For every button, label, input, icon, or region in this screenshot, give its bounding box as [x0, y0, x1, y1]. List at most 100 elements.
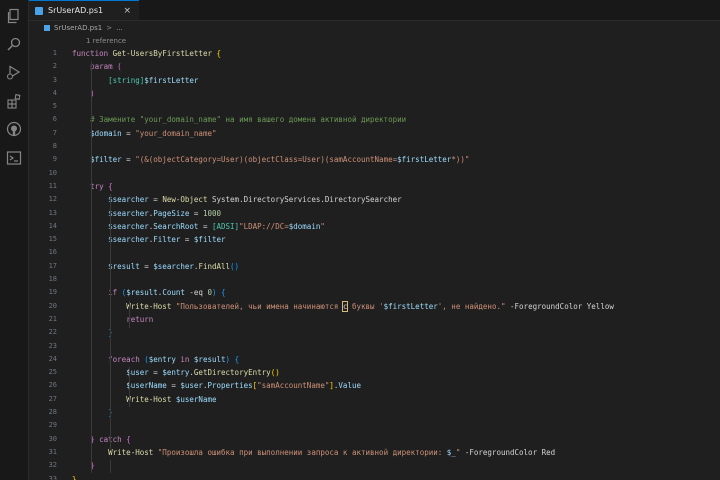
code-token: in	[175, 354, 194, 364]
code-token: =	[139, 261, 154, 271]
code-token: =	[148, 368, 163, 378]
code-token: буквы '	[347, 301, 384, 311]
code-token: $searcher	[108, 208, 149, 218]
code-token: [ADSI]	[211, 221, 240, 231]
code-line: 17 $result = $searcher.FindAll()	[29, 260, 720, 273]
line-number: 19	[48, 288, 57, 297]
line-code: function Get-UsersByFirstLetter {	[72, 47, 221, 60]
line-number: 8	[52, 142, 57, 151]
code-token: GetDirectoryEntry	[193, 368, 271, 378]
indent-guide	[91, 61, 92, 473]
code-line: 24 foreach ($entry in $result) {	[29, 353, 720, 366]
line-number: 33	[48, 474, 57, 480]
code-token: return	[126, 314, 154, 324]
tab-bar: SrUserAD.ps1 ×	[29, 0, 720, 21]
code-token: $userName	[175, 394, 217, 404]
code-line: 7 $domain = "your_domain_name"	[29, 127, 720, 140]
close-icon[interactable]: ×	[123, 6, 131, 16]
extensions-icon[interactable]	[6, 93, 22, 109]
code-token: 1000	[202, 208, 222, 218]
code-line: 1 function Get-UsersByFirstLetter {	[29, 47, 720, 60]
code-token: New-Object	[162, 195, 212, 205]
line-code: }	[72, 326, 113, 339]
code-line: 29	[29, 419, 720, 432]
code-token: "	[320, 221, 325, 231]
line-number: 24	[48, 354, 57, 363]
tab-sruserad[interactable]: SrUserAD.ps1 ×	[29, 0, 139, 20]
code-token: SearchRoot	[153, 221, 199, 231]
line-number: 7	[52, 128, 57, 137]
line-code: param (	[72, 60, 122, 73]
code-token: }	[72, 474, 77, 480]
breadcrumb-file[interactable]: SrUserAD.ps1	[54, 24, 102, 32]
code-token: =	[166, 381, 181, 391]
line-code: $domain = "your_domain_name"	[72, 127, 217, 140]
line-number: 26	[48, 381, 57, 390]
code-token: $searcher	[108, 235, 149, 245]
code-token: {	[108, 181, 113, 191]
code-line: 12 $searcher = New-Object System.Directo…	[29, 193, 720, 206]
code-token: =	[198, 221, 212, 231]
code-token: $result	[126, 288, 158, 298]
code-token: $filter	[90, 155, 122, 165]
code-token: {	[221, 288, 226, 298]
code-line: 3 [string]$firstLetter	[29, 74, 720, 87]
line-code: $filter = "(&(objectCategory=User)(objec…	[72, 153, 469, 166]
breadcrumb-more[interactable]: ...	[116, 24, 123, 32]
line-number: 27	[48, 394, 57, 403]
line-number: 10	[48, 168, 57, 177]
line-code: $result = $searcher.FindAll()	[72, 260, 239, 273]
code-line: 27 Write-Host $userName	[29, 393, 720, 406]
code-token: =	[121, 128, 136, 138]
code-token: param	[90, 62, 118, 72]
terminal-icon[interactable]	[6, 150, 22, 166]
line-number: 9	[52, 155, 57, 164]
code-token: function	[72, 49, 113, 58]
code-token: =	[189, 208, 203, 218]
line-number: 30	[48, 434, 57, 443]
line-number: 31	[48, 447, 57, 456]
search-icon[interactable]	[6, 36, 22, 52]
code-token: "(&(objectCategory=User)(objectClass=Use…	[135, 155, 398, 165]
code-token: "your_domain_name"	[135, 128, 217, 138]
line-code: } catch {	[72, 433, 131, 446]
breadcrumb-separator: >	[106, 24, 113, 32]
code-token: ()	[230, 261, 240, 271]
code-token: "samAccountName"	[257, 381, 330, 391]
line-code: $searcher.PageSize = 1000	[72, 207, 221, 220]
code-line: 30 } catch {	[29, 433, 720, 446]
code-token: ()	[270, 368, 280, 378]
code-line: 22 }	[29, 326, 720, 339]
codelens-references[interactable]: 1 reference	[86, 35, 126, 47]
code-token: {	[216, 49, 222, 58]
code-token: (	[117, 62, 122, 72]
line-number: 25	[48, 368, 57, 377]
code-token: {	[126, 434, 131, 444]
code-token: -ForegroundColor Red	[460, 447, 556, 457]
files-icon[interactable]	[6, 8, 22, 24]
line-code: $userName = $user.Properties["samAccount…	[72, 379, 361, 392]
code-line: 32 }	[29, 459, 720, 472]
code-token: Get-UsersByFirstLetter	[112, 49, 217, 58]
code-token: "Пользователей, чьи имена начинаются	[175, 301, 343, 311]
activity-bar	[0, 0, 29, 480]
line-number: 22	[48, 328, 57, 337]
github-icon[interactable]	[6, 121, 22, 137]
line-number: 11	[48, 181, 57, 190]
powershell-file-icon	[35, 6, 43, 15]
code-token: PageSize	[153, 208, 190, 218]
line-number: 15	[48, 235, 57, 244]
code-editor[interactable]: 1 reference 1 function Get-UsersByFirstLe…	[29, 35, 720, 480]
run-debug-icon[interactable]	[6, 64, 22, 80]
powershell-file-icon	[44, 25, 50, 31]
